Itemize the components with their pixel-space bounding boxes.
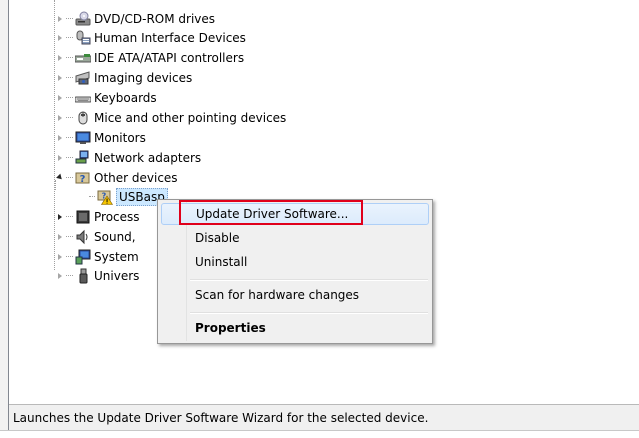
menu-item-label: Scan for hardware changes xyxy=(195,288,360,302)
monitor-icon xyxy=(75,130,91,146)
tree-dots xyxy=(66,256,73,257)
tree-dots xyxy=(66,157,73,158)
tree-dots xyxy=(66,137,73,138)
speaker-icon xyxy=(75,229,91,245)
expand-arrow-icon[interactable] xyxy=(55,232,65,242)
tree-dots xyxy=(66,236,73,237)
tree-item-label: Human Interface Devices xyxy=(94,30,246,45)
tree-item-label: Mice and other pointing devices xyxy=(94,110,287,125)
device-tree: DVD/CD-ROM drives Human Interface Device… xyxy=(9,0,639,404)
ide-controller-icon xyxy=(75,50,91,66)
tree-item-human-interface-devices[interactable]: Human Interface Devices xyxy=(55,28,246,47)
tree-dots xyxy=(66,177,73,178)
tree-item-imaging-devices[interactable]: Imaging devices xyxy=(55,68,192,87)
bottom-window-strip xyxy=(0,430,639,438)
window-left-border xyxy=(0,0,9,438)
tree-item-mice[interactable]: Mice and other pointing devices xyxy=(55,108,286,127)
tree-item-processors[interactable]: Process xyxy=(55,207,140,226)
expand-arrow-icon[interactable] xyxy=(55,14,65,24)
menu-item-label: Disable xyxy=(195,231,240,245)
tree-item-ide-ata-atapi-controllers[interactable]: IDE ATA/ATAPI controllers xyxy=(55,48,244,67)
tree-item-monitors[interactable]: Monitors xyxy=(55,128,146,147)
unknown-device-icon: ? xyxy=(75,170,91,186)
tree-dots xyxy=(89,196,95,197)
camera-icon xyxy=(75,70,91,86)
tree-item-label: Network adapters xyxy=(94,150,202,165)
tree-item-usb-controllers[interactable]: Univers xyxy=(55,266,139,285)
network-adapter-icon xyxy=(75,150,91,166)
system-devices-icon xyxy=(75,249,91,265)
tree-item-label: DVD/CD-ROM drives xyxy=(94,11,216,26)
tree-dots xyxy=(66,18,73,19)
tree-dots xyxy=(66,57,73,58)
expand-arrow-icon[interactable] xyxy=(55,113,65,123)
tree-dots xyxy=(66,97,73,98)
tree-item-label: Sound, xyxy=(94,229,136,244)
menu-item-label: Properties xyxy=(195,321,266,335)
tree-dots xyxy=(66,37,73,38)
tree-item-label: Process xyxy=(94,209,140,224)
tree-item-label: Univers xyxy=(94,268,140,283)
expand-arrow-icon[interactable] xyxy=(55,252,65,262)
mouse-icon xyxy=(75,110,91,126)
menu-item-uninstall[interactable]: Uninstall xyxy=(161,251,429,273)
tree-item-dvd-cdrom-drives[interactable]: DVD/CD-ROM drives xyxy=(55,9,215,28)
keyboard-icon xyxy=(75,90,91,106)
menu-item-scan-for-hardware-changes[interactable]: Scan for hardware changes xyxy=(161,284,429,306)
status-text: Launches the Update Driver Software Wiza… xyxy=(13,410,429,425)
tree-item-network-adapters[interactable]: Network adapters xyxy=(55,148,201,167)
expand-arrow-icon[interactable] xyxy=(55,53,65,63)
tree-item-keyboards[interactable]: Keyboards xyxy=(55,88,157,107)
tree-item-label: Keyboards xyxy=(94,90,157,105)
tree-item-label: Other devices xyxy=(94,170,178,185)
processor-icon xyxy=(75,209,91,225)
svg-text:?: ? xyxy=(80,174,86,185)
tree-item-label: IDE ATA/ATAPI controllers xyxy=(94,50,245,65)
tree-dots xyxy=(66,117,73,118)
expand-arrow-icon[interactable] xyxy=(55,153,65,163)
menu-separator xyxy=(190,279,428,281)
tree-item-label: System xyxy=(94,249,139,264)
expand-arrow-icon[interactable] xyxy=(55,212,65,222)
menu-item-properties[interactable]: Properties xyxy=(161,317,429,339)
hid-icon xyxy=(75,30,91,46)
tree-item-label: Monitors xyxy=(94,130,146,145)
annotation-highlight-box xyxy=(179,200,363,225)
tree-item-sound[interactable]: Sound, xyxy=(55,227,136,246)
tree-item-system-devices[interactable]: System xyxy=(55,247,139,266)
expand-arrow-icon[interactable] xyxy=(55,133,65,143)
collapse-arrow-icon[interactable] xyxy=(55,173,65,183)
menu-item-label: Uninstall xyxy=(195,255,248,269)
expand-arrow-icon[interactable] xyxy=(55,73,65,83)
usb-icon xyxy=(75,268,91,284)
expand-arrow-icon[interactable] xyxy=(55,93,65,103)
dvd-drive-icon xyxy=(75,11,91,27)
expand-arrow-icon[interactable] xyxy=(55,271,65,281)
tree-dots xyxy=(66,77,73,78)
tree-dots xyxy=(66,216,73,217)
tree-dots xyxy=(66,275,73,276)
tree-item-other-devices[interactable]: ? Other devices xyxy=(55,168,178,187)
status-bar: Launches the Update Driver Software Wiza… xyxy=(9,404,639,430)
menu-separator xyxy=(190,312,428,314)
tree-item-label: Imaging devices xyxy=(94,70,193,85)
expand-arrow-icon[interactable] xyxy=(55,33,65,43)
warning-device-icon: ? xyxy=(97,189,113,205)
menu-item-disable[interactable]: Disable xyxy=(161,227,429,249)
